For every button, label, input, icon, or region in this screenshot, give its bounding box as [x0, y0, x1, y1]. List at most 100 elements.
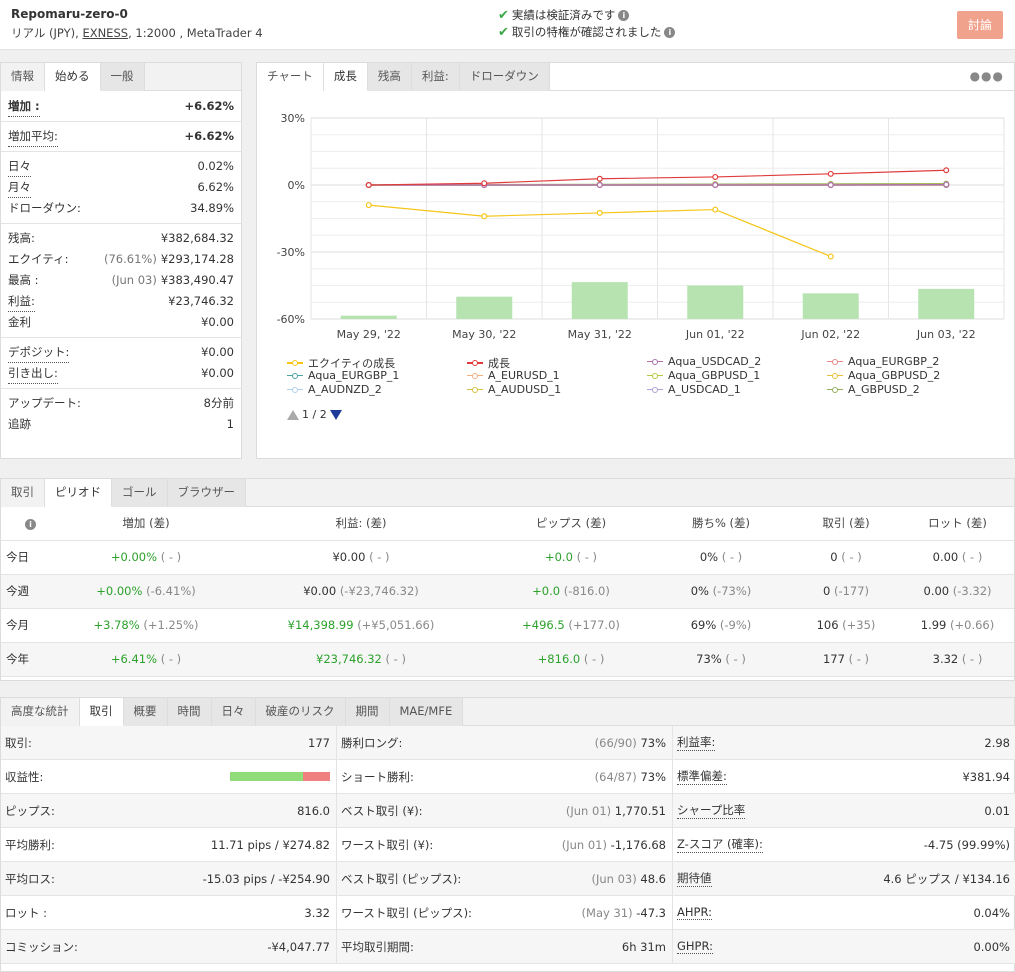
- table-row: 今日 +0.00% ( - ) ¥0.00 ( - ) +0.0 ( - ) 0% ( …: [1, 540, 1014, 575]
- period-table: i 増加 (差) 利益: (差) ピップス (差) 勝ち% (差) 取引 (差)…: [1, 507, 1014, 677]
- legend-swatch-icon: [467, 372, 483, 380]
- advanced-tabs: 高度な統計 取引 概要 時間 日々 破産のリスク 期間 MAE/MFE: [1, 698, 1014, 726]
- tab-adv-trades[interactable]: 取引: [79, 698, 124, 726]
- legend-item[interactable]: Aqua_GBPUSD_1: [647, 369, 760, 382]
- tab-balance[interactable]: 残高: [367, 63, 412, 91]
- legend-swatch-icon: [287, 386, 303, 394]
- stat-equity: エクイティ: (76.61%) ¥293,174.28: [8, 252, 234, 266]
- cell-profit: ¥0.00 ( - ): [231, 540, 491, 575]
- cell-lots: 1.99 (+0.66): [901, 608, 1014, 643]
- legend-item[interactable]: A_EURUSD_1: [467, 369, 560, 382]
- tab-hourly[interactable]: 時間: [167, 698, 212, 726]
- col-profit[interactable]: 利益: (差): [231, 507, 491, 541]
- bar: [802, 293, 859, 319]
- adv-stat-1-1: 収益性:: [1, 760, 337, 794]
- legend-swatch-icon: [827, 386, 843, 394]
- stat-gain: 増加 : +6.62%: [1, 96, 241, 117]
- tab-period[interactable]: ピリオド: [45, 479, 112, 507]
- legend-swatch-icon: [287, 372, 303, 380]
- adv-stat-2-2: ベスト取引 (¥): (Jun 01) 1,770.51: [337, 794, 673, 828]
- tab-drawdown[interactable]: ドローダウン: [459, 63, 550, 91]
- adv-stat-3-3: Z-スコア (確率): -4.75 (99.99%): [673, 828, 1015, 862]
- tab-growth[interactable]: 成長: [323, 63, 368, 91]
- adv-stat-5-1: ロット :3.32: [1, 896, 337, 930]
- series-point: [943, 167, 950, 174]
- legend-item[interactable]: Aqua_GBPUSD_2: [827, 369, 940, 382]
- series-point: [365, 181, 372, 188]
- cell-gain: +6.41% ( - ): [61, 642, 231, 677]
- tab-advanced[interactable]: 高度な統計: [1, 698, 80, 726]
- info-icon[interactable]: i: [664, 26, 676, 38]
- adv-stat-6-3: GHPR: 0.00%: [673, 930, 1015, 964]
- tab-browser[interactable]: ブラウザー: [167, 479, 246, 507]
- series-point: [827, 253, 834, 260]
- cell-trades: 106 (+35): [791, 608, 901, 643]
- legend-item[interactable]: A_USDCAD_1: [647, 383, 741, 396]
- col-trades[interactable]: 取引 (差): [791, 507, 901, 541]
- x-tick-label: Jun 03, '22: [916, 328, 976, 341]
- legend-pager: 1 / 2: [287, 408, 342, 421]
- stat-deposits: デポジット: ¥0.00: [1, 342, 241, 363]
- legend-item[interactable]: Aqua_USDCAD_2: [647, 355, 761, 368]
- account-header: Repomaru-zero-0 リアル (JPY), EXNESS, 1:200…: [0, 0, 1015, 50]
- adv-stat-4-1: 平均ロス: -15.03 pips / -¥254.90: [1, 862, 337, 896]
- adv-stat-0-3: 利益率: 2.98: [673, 726, 1015, 760]
- legend-item[interactable]: A_GBPUSD_2: [827, 383, 920, 396]
- legend-item[interactable]: Aqua_EURGBP_2: [827, 355, 939, 368]
- x-tick-label: Jun 01, '22: [685, 328, 745, 341]
- col-pips[interactable]: ピップス (差): [491, 507, 651, 541]
- legend-swatch-icon: [467, 386, 483, 394]
- legend-swatch-icon: [827, 358, 843, 366]
- tab-start[interactable]: 始める: [45, 63, 101, 91]
- legend-swatch-icon: [647, 386, 663, 394]
- x-tick-label: Jun 02, '22: [800, 328, 860, 341]
- adv-stat-5-3: AHPR: 0.04%: [673, 896, 1015, 930]
- y-tick-label: -30%: [277, 246, 305, 259]
- advanced-stats-panel: 高度な統計 取引 概要 時間 日々 破産のリスク 期間 MAE/MFE 取引: 177 勝利ロング…: [0, 697, 1015, 972]
- info-icon[interactable]: i: [618, 9, 630, 21]
- row-label: 今月: [1, 608, 61, 643]
- tab-daily[interactable]: 日々: [211, 698, 256, 726]
- cell-lots: 0.00 (-3.32): [901, 574, 1014, 609]
- tab-trades[interactable]: 取引: [1, 479, 45, 507]
- tab-general[interactable]: 一般: [100, 63, 145, 91]
- chart-panel: チャート 成長 残高 利益: ドローダウン ●●● 30% 0% -30% -60% M…: [256, 62, 1015, 459]
- tab-risk-of-ruin[interactable]: 破産のリスク: [255, 698, 346, 726]
- legend-swatch-icon: [647, 358, 663, 366]
- tab-summary[interactable]: 概要: [123, 698, 168, 726]
- verified-trading-privileges: ✔ 取引の特権が確認されました i: [498, 24, 676, 40]
- more-icon[interactable]: ●●●: [970, 69, 1004, 83]
- adv-stat-1-2: ショート勝利: (64/87) 73%: [337, 760, 673, 794]
- col-win[interactable]: 勝ち% (差): [651, 507, 791, 541]
- col-gain[interactable]: 増加 (差): [61, 507, 231, 541]
- discuss-button[interactable]: 討論: [957, 11, 1003, 39]
- stats-tabs: 情報 始める 一般: [1, 63, 241, 91]
- cell-gain: +0.00% (-6.41%): [61, 574, 231, 609]
- y-tick-label: 30%: [281, 112, 305, 125]
- tab-profit[interactable]: 利益:: [411, 63, 460, 91]
- profitability-bar: [230, 772, 330, 781]
- stat-daily: 日々 0.02%: [1, 156, 241, 177]
- advanced-stats-grid: 取引: 177 勝利ロング: (66/90) 73% 利益率: 2.98 収益性: ショート勝…: [1, 726, 1015, 964]
- stat-monthly: 月々 6.62%: [1, 177, 241, 198]
- series-point: [827, 181, 834, 188]
- tab-info[interactable]: 情報: [1, 63, 45, 91]
- pager-down-icon[interactable]: [329, 409, 342, 420]
- legend-item[interactable]: Aqua_EURGBP_1: [287, 369, 399, 382]
- pager-up-icon[interactable]: [287, 409, 299, 420]
- legend-item[interactable]: A_AUDNZD_2: [287, 383, 382, 396]
- cell-trades: 0 (-177): [791, 574, 901, 609]
- series-point: [712, 181, 719, 188]
- tab-mae-mfe[interactable]: MAE/MFE: [389, 698, 464, 726]
- tab-duration[interactable]: 期間: [345, 698, 390, 726]
- table-row: 今週 +0.00% (-6.41%) ¥0.00 (-¥23,746.32) +0.0…: [1, 574, 1014, 609]
- broker-link[interactable]: EXNESS: [82, 26, 128, 40]
- tab-goals[interactable]: ゴール: [112, 479, 168, 507]
- info-icon[interactable]: i: [1, 507, 61, 541]
- stat-interest: 金利 ¥0.00: [8, 315, 234, 329]
- tab-chart[interactable]: チャート: [257, 63, 324, 91]
- stat-highest: 最高 : (Jun 03) ¥383,490.47: [8, 273, 234, 287]
- col-lots[interactable]: ロット (差): [901, 507, 1014, 541]
- legend-item[interactable]: A_AUDUSD_1: [467, 383, 561, 396]
- adv-stat-6-1: コミッション: -¥4,047.77: [1, 930, 337, 964]
